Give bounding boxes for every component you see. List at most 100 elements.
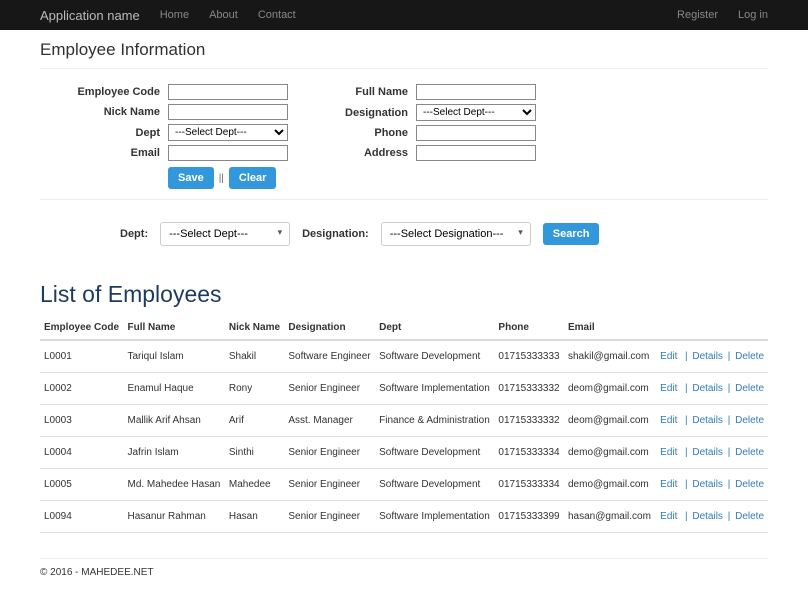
th-email: Email [564,316,655,340]
delete-link[interactable]: Delete [735,447,764,458]
clear-button[interactable]: Clear [229,167,277,189]
details-link[interactable]: Details [692,383,723,394]
list-title: List of Employees [40,281,768,308]
th-desig: Designation [284,316,375,340]
cell-phone: 01715333334 [494,469,564,501]
employee-form: Employee Code Nick Name Dept ---Select D… [40,79,768,199]
details-link[interactable]: Details [692,447,723,458]
cell-nick: Rony [225,373,284,405]
cell-email: deom@gmail.com [564,405,655,437]
cell-nick: Mahedee [225,469,284,501]
action-cell: Edit | Details | Delete [655,373,768,405]
cell-dept: Software Implementation [375,373,494,405]
table-row: L0094Hasanur RahmanHasanSenior EngineerS… [40,501,768,533]
save-button[interactable]: Save [168,167,214,189]
edit-link[interactable]: Edit [660,479,677,490]
cell-email: hasan@gmail.com [564,501,655,533]
delete-link[interactable]: Delete [735,479,764,490]
cell-email: shakil@gmail.com [564,340,655,373]
label-dept: Dept [70,127,160,139]
input-full-name[interactable] [416,84,536,100]
details-link[interactable]: Details [692,415,723,426]
cell-desig: Senior Engineer [284,501,375,533]
cell-phone: 01715333399 [494,501,564,533]
cell-dept: Finance & Administration [375,405,494,437]
details-link[interactable]: Details [692,479,723,490]
th-code: Employee Code [40,316,123,340]
cell-full: Tariqul Islam [123,340,224,373]
table-row: L0003Mallik Arif AhsanArifAsst. ManagerF… [40,405,768,437]
delete-link[interactable]: Delete [735,415,764,426]
edit-link[interactable]: Edit [660,383,677,394]
cell-dept: Software Development [375,469,494,501]
cell-code: L0004 [40,437,123,469]
cell-full: Enamul Haque [123,373,224,405]
delete-link[interactable]: Delete [735,351,764,362]
employee-table: Employee Code Full Name Nick Name Design… [40,316,768,533]
cell-code: L0001 [40,340,123,373]
cell-code: L0094 [40,501,123,533]
search-button[interactable]: Search [543,223,600,245]
edit-link[interactable]: Edit [660,447,677,458]
cell-full: Mallik Arif Ahsan [123,405,224,437]
button-separator: || [219,173,224,184]
cell-full: Hasanur Rahman [123,501,224,533]
cell-nick: Arif [225,405,284,437]
cell-email: demo@gmail.com [564,437,655,469]
th-nick: Nick Name [225,316,284,340]
search-select-designation[interactable]: ---Select Designation--- [381,222,531,246]
details-link[interactable]: Details [692,511,723,522]
edit-link[interactable]: Edit [660,415,677,426]
cell-nick: Shakil [225,340,284,373]
edit-link[interactable]: Edit [660,511,677,522]
action-cell: Edit | Details | Delete [655,437,768,469]
form-title: Employee Information [40,40,768,60]
table-row: L0001Tariqul IslamShakilSoftware Enginee… [40,340,768,373]
search-desig-label: Designation: [302,228,369,240]
details-link[interactable]: Details [692,351,723,362]
cell-full: Md. Mahedee Hasan [123,469,224,501]
table-row: L0005Md. Mahedee HasanMahedeeSenior Engi… [40,469,768,501]
nav-link-register[interactable]: Register [677,9,718,21]
cell-code: L0005 [40,469,123,501]
cell-desig: Asst. Manager [284,405,375,437]
table-row: L0004Jafrin IslamSinthiSenior EngineerSo… [40,437,768,469]
divider [40,68,768,69]
th-dept: Dept [375,316,494,340]
th-fullname: Full Name [123,316,224,340]
nav-link-login[interactable]: Log in [738,9,768,21]
label-phone: Phone [318,127,408,139]
cell-nick: Sinthi [225,437,284,469]
cell-desig: Software Engineer [284,340,375,373]
input-nick-name[interactable] [168,104,288,120]
nav-link-contact[interactable]: Contact [258,9,296,21]
label-email: Email [70,147,160,159]
select-designation[interactable]: ---Select Dept--- [416,104,536,121]
cell-phone: 01715333332 [494,405,564,437]
select-dept[interactable]: ---Select Dept--- [168,124,288,141]
cell-code: L0003 [40,405,123,437]
label-designation: Designation [318,107,408,119]
delete-link[interactable]: Delete [735,383,764,394]
cell-desig: Senior Engineer [284,437,375,469]
nav-link-home[interactable]: Home [160,9,189,21]
label-nick: Nick Name [70,106,160,118]
action-cell: Edit | Details | Delete [655,501,768,533]
label-code: Employee Code [70,86,160,98]
nav-link-about[interactable]: About [209,9,238,21]
input-employee-code[interactable] [168,84,288,100]
divider [40,199,768,200]
label-address: Address [318,147,408,159]
cell-phone: 01715333332 [494,373,564,405]
footer: © 2016 - MAHEDEE.NET [40,558,768,578]
search-select-dept[interactable]: ---Select Dept--- [160,222,290,246]
search-bar: Dept: ---Select Dept--- Designation: ---… [40,210,768,256]
delete-link[interactable]: Delete [735,511,764,522]
input-phone[interactable] [416,125,536,141]
cell-desig: Senior Engineer [284,373,375,405]
app-brand: Application name [40,8,140,23]
cell-desig: Senior Engineer [284,469,375,501]
edit-link[interactable]: Edit [660,351,677,362]
input-address[interactable] [416,145,536,161]
input-email[interactable] [168,145,288,161]
